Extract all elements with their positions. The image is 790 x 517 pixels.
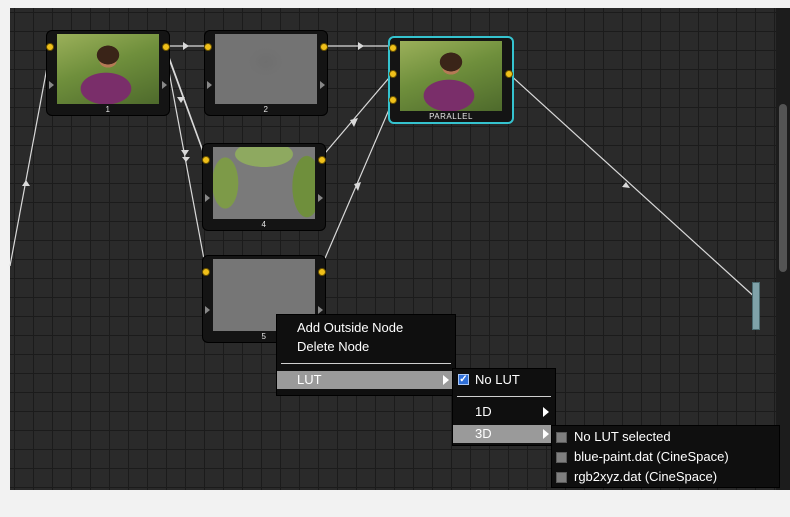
lut-3d-option-label: blue-paint.dat (CineSpace) (574, 449, 729, 464)
lut-1d-menu-item[interactable]: 1D (453, 403, 555, 421)
node-parallel-input-port-3[interactable] (389, 96, 397, 104)
node-context-menu: Add Outside Node Delete Node LUT (276, 314, 456, 396)
checkbox-icon[interactable] (556, 452, 567, 463)
node-1-output-port[interactable] (162, 43, 170, 51)
node-4-input-port[interactable] (202, 156, 210, 164)
node-parallel-output-port[interactable] (505, 70, 513, 78)
lut-3d-option[interactable]: blue-paint.dat (CineSpace) (552, 448, 779, 466)
node-1-input-port[interactable] (46, 43, 54, 51)
submenu-arrow-icon (543, 407, 549, 417)
node-5-input-port[interactable] (202, 268, 210, 276)
node-4-thumbnail (213, 147, 315, 219)
scrollbar-thumb[interactable] (779, 104, 787, 272)
node-4-right-arrow-icon (318, 194, 323, 202)
node-2-thumbnail (215, 34, 317, 104)
node-5-output-port[interactable] (318, 268, 326, 276)
add-outside-node-menu-item[interactable]: Add Outside Node (277, 319, 455, 337)
lut-submenu: ✓ No LUT 1D 3D (452, 368, 556, 446)
node-2-output-port[interactable] (320, 43, 328, 51)
lut-3d-option-label: rgb2xyz.dat (CineSpace) (574, 469, 718, 484)
node-4-left-arrow-icon (205, 194, 210, 202)
menu-divider (457, 396, 551, 397)
node-2[interactable]: 2 (204, 30, 328, 116)
node-4-label: 4 (261, 220, 267, 229)
submenu-arrow-icon (543, 429, 549, 439)
lut-3d-option-label: No LUT selected (574, 429, 671, 444)
node-parallel[interactable]: PARALLEL (388, 36, 514, 124)
node-2-left-arrow-icon (207, 81, 212, 89)
no-lut-menu-item[interactable]: ✓ No LUT (453, 371, 555, 389)
node-1-right-arrow-icon (162, 81, 167, 89)
node-5-right-arrow-icon (318, 306, 323, 314)
node-parallel-label: PARALLEL (429, 112, 473, 121)
node-2-right-arrow-icon (320, 81, 325, 89)
submenu-arrow-icon (443, 375, 449, 385)
node-1-left-arrow-icon (49, 81, 54, 89)
lut-3d-option[interactable]: No LUT selected (552, 428, 779, 446)
node-1[interactable]: 1 (46, 30, 170, 116)
node-4-output-port[interactable] (318, 156, 326, 164)
lut-3d-option[interactable]: rgb2xyz.dat (CineSpace) (552, 468, 779, 486)
node-parallel-input-port-2[interactable] (389, 70, 397, 78)
node-parallel-input-port-1[interactable] (389, 44, 397, 52)
node-4[interactable]: 4 (202, 143, 326, 231)
node-5-left-arrow-icon (205, 306, 210, 314)
checkbox-checked-icon[interactable]: ✓ (458, 374, 469, 385)
lut-3d-label: 3D (475, 426, 492, 441)
checkbox-icon[interactable] (556, 472, 567, 483)
delete-node-menu-item[interactable]: Delete Node (277, 338, 455, 356)
node-1-label: 1 (105, 105, 111, 114)
node-2-input-port[interactable] (204, 43, 212, 51)
no-lut-label: No LUT (475, 372, 520, 387)
menu-divider (281, 363, 451, 364)
node-2-label: 2 (263, 105, 269, 114)
lut-3d-submenu: No LUT selected blue-paint.dat (CineSpac… (551, 425, 780, 488)
output-node-handle[interactable] (752, 282, 760, 330)
lut-1d-label: 1D (475, 404, 492, 419)
vertical-scrollbar[interactable] (776, 8, 790, 490)
lut-menu-item[interactable]: LUT (277, 371, 455, 389)
lut-menu-label: LUT (297, 372, 322, 387)
node-parallel-thumbnail (400, 41, 502, 111)
lut-3d-menu-item[interactable]: 3D (453, 425, 555, 443)
node-1-thumbnail (57, 34, 159, 104)
checkbox-icon[interactable] (556, 432, 567, 443)
